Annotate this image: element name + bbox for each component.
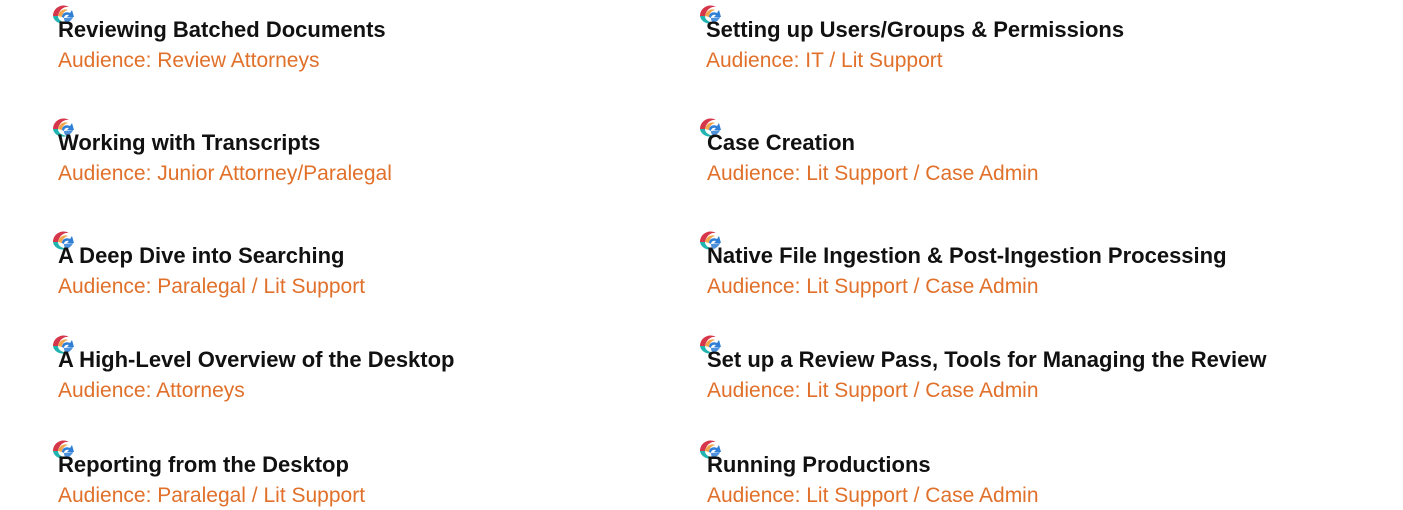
course-title[interactable]: A Deep Dive into Searching xyxy=(58,243,344,269)
course-item[interactable]: Setting up Users/Groups & Permissions Au… xyxy=(697,2,1387,72)
course-title[interactable]: Reviewing Batched Documents xyxy=(58,17,386,43)
course-audience: Audience: Lit Support / Case Admin xyxy=(707,484,1039,507)
course-audience: Audience: Junior Attorney/Paralegal xyxy=(58,162,392,185)
course-title[interactable]: Working with Transcripts xyxy=(58,130,320,156)
course-audience: Audience: Lit Support / Case Admin xyxy=(707,162,1039,185)
course-item[interactable]: Set up a Review Pass, Tools for Managing… xyxy=(697,332,1387,402)
course-title[interactable]: Native File Ingestion & Post-Ingestion P… xyxy=(707,243,1227,269)
course-audience: Audience: Attorneys xyxy=(58,379,245,402)
course-item[interactable]: Reporting from the Desktop Audience: Par… xyxy=(50,437,740,507)
course-title[interactable]: A High-Level Overview of the Desktop xyxy=(58,347,455,373)
course-audience: Audience: Lit Support / Case Admin xyxy=(707,379,1039,402)
course-item[interactable]: Running Productions Audience: Lit Suppor… xyxy=(697,437,1387,507)
course-item[interactable]: A High-Level Overview of the Desktop Aud… xyxy=(50,332,740,402)
course-audience: Audience: Review Attorneys xyxy=(58,49,320,72)
course-title[interactable]: Setting up Users/Groups & Permissions xyxy=(706,17,1124,43)
course-item[interactable]: Working with Transcripts Audience: Junio… xyxy=(50,115,740,185)
course-audience: Audience: Paralegal / Lit Support xyxy=(58,275,366,298)
course-title[interactable]: Running Productions xyxy=(707,452,931,478)
course-audience: Audience: Lit Support / Case Admin xyxy=(707,275,1039,298)
course-audience: Audience: IT / Lit Support xyxy=(706,49,943,72)
course-item[interactable]: A Deep Dive into Searching Audience: Par… xyxy=(50,228,740,298)
course-item[interactable]: Case Creation Audience: Lit Support / Ca… xyxy=(697,115,1387,185)
course-item[interactable]: Native File Ingestion & Post-Ingestion P… xyxy=(697,228,1387,298)
course-audience: Audience: Paralegal / Lit Support xyxy=(58,484,366,507)
course-title[interactable]: Reporting from the Desktop xyxy=(58,452,349,478)
course-title[interactable]: Set up a Review Pass, Tools for Managing… xyxy=(707,347,1267,373)
course-item[interactable]: Reviewing Batched Documents Audience: Re… xyxy=(50,2,740,72)
course-title[interactable]: Case Creation xyxy=(707,130,855,156)
